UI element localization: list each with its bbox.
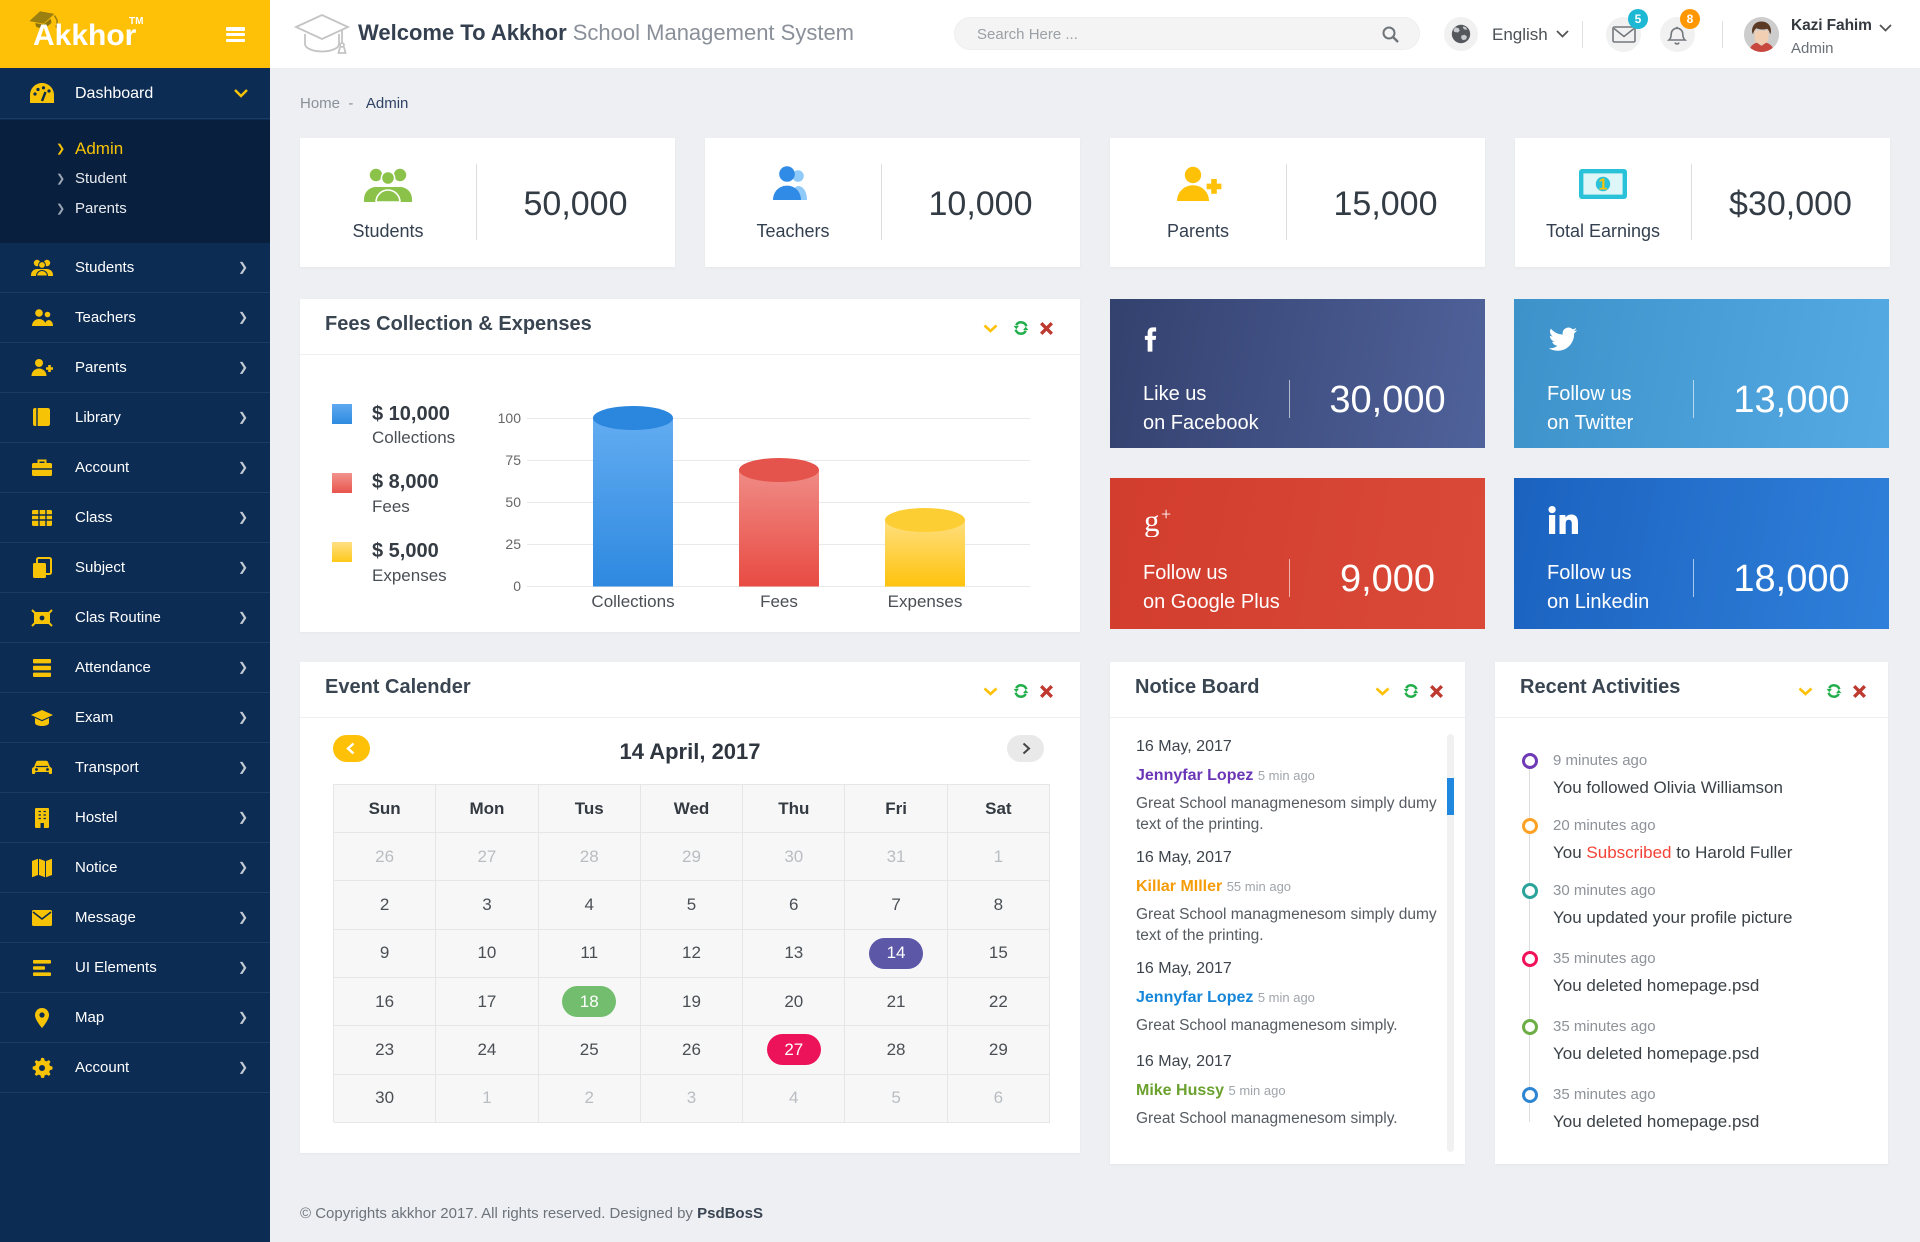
svg-text:75: 75 xyxy=(505,452,521,468)
svg-text:50: 50 xyxy=(505,494,521,510)
svg-text:1: 1 xyxy=(1599,177,1608,194)
svg-text:0: 0 xyxy=(513,578,521,594)
svg-text:g: g xyxy=(1144,506,1160,537)
svg-text:Fees: Fees xyxy=(760,592,798,611)
svg-text:Expenses: Expenses xyxy=(888,592,963,611)
svg-text:100: 100 xyxy=(498,410,522,426)
svg-text:+: + xyxy=(1161,506,1171,524)
svg-text:Collections: Collections xyxy=(591,592,674,611)
svg-text:25: 25 xyxy=(505,536,521,552)
